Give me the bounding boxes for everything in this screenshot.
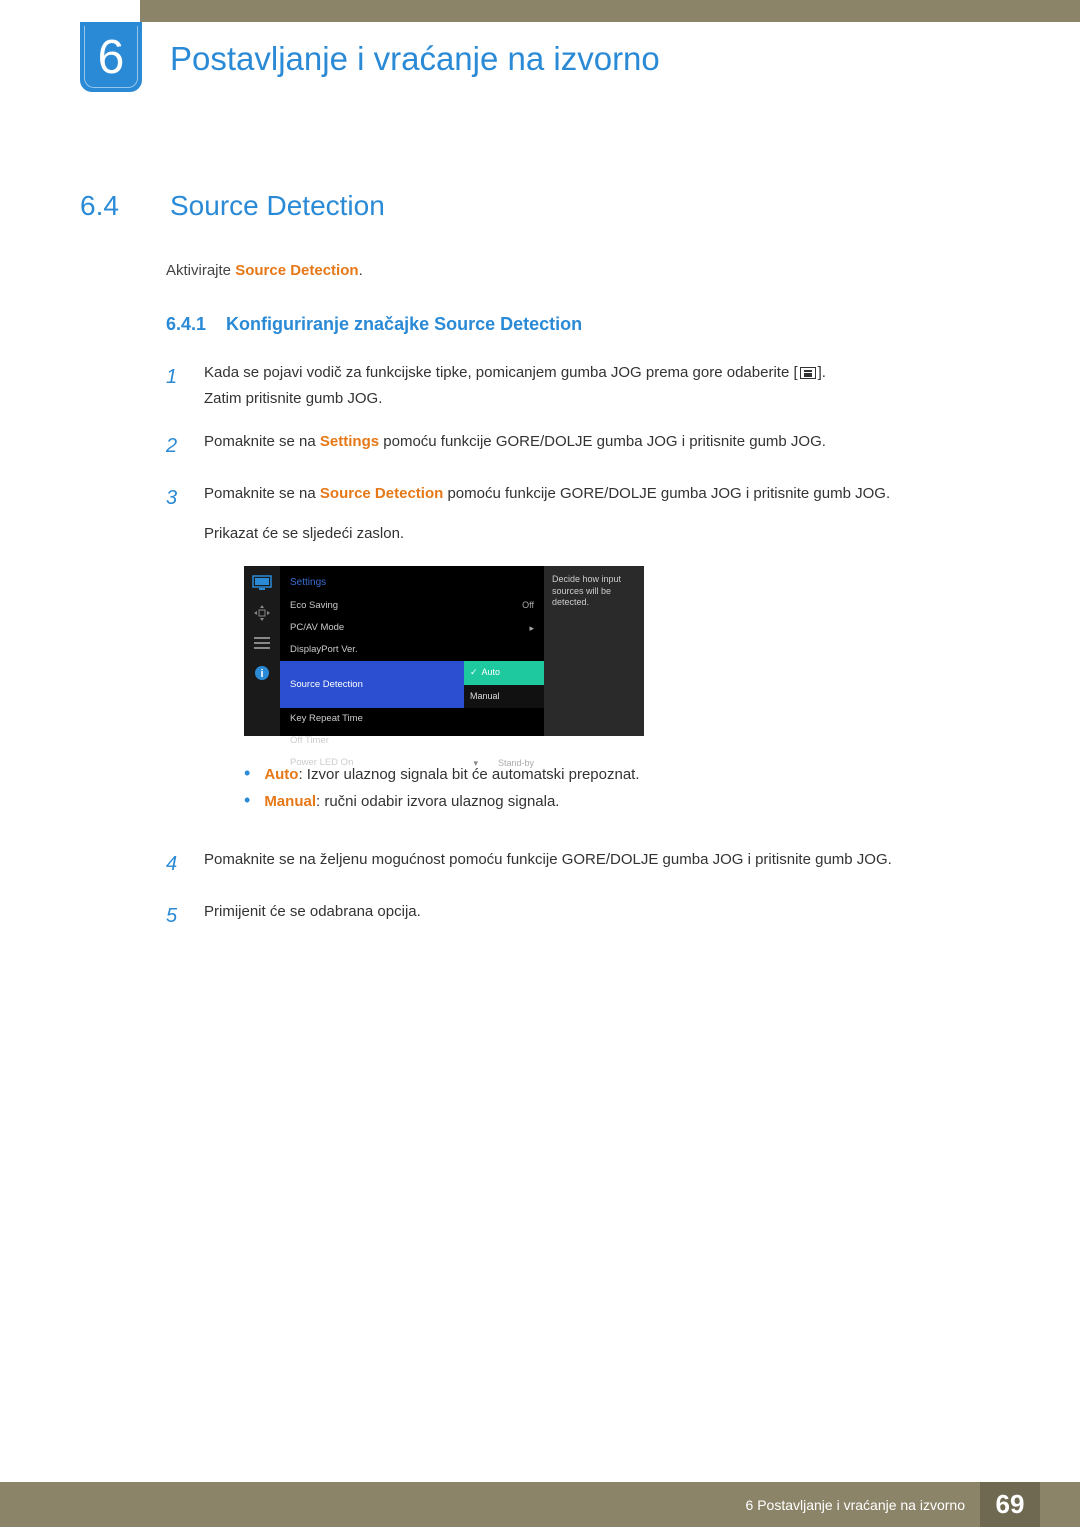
- page-footer: 6 Postavljanje i vraćanje na izvorno 69: [0, 1482, 1080, 1527]
- step-number: 3: [166, 481, 184, 829]
- osd-row-krt: Key Repeat Time: [280, 708, 544, 730]
- step-body: Pomaknite se na Source Detection pomoću …: [204, 481, 1000, 829]
- step1-line2: Zatim pritisnite gumb JOG.: [204, 386, 1000, 412]
- step1-text-b: ].: [818, 364, 826, 381]
- osd-label: Eco Saving: [290, 598, 522, 614]
- intro-text: Aktivirajte Source Detection.: [166, 262, 1000, 279]
- bullet-dot: •: [244, 788, 250, 815]
- footer-text: 6 Postavljanje i vraćanje na izvorno: [746, 1497, 980, 1513]
- osd-submenu-manual: Manual: [464, 685, 544, 708]
- bullet-manual: • Manual: ručni odabir izvora ulaznog si…: [244, 788, 1000, 815]
- step-number: 5: [166, 899, 184, 933]
- step1-text-a: Kada se pojavi vodič za funkcijske tipke…: [204, 364, 798, 381]
- list-icon: [251, 634, 273, 652]
- bullet-text: : ručni odabir izvora ulaznog signala.: [316, 793, 559, 810]
- bullet-dot: •: [244, 761, 250, 788]
- step-number: 2: [166, 429, 184, 463]
- subsection-number: 6.4.1: [166, 314, 206, 335]
- move-icon: [251, 604, 273, 622]
- intro-highlight: Source Detection: [235, 262, 358, 279]
- osd-row-eco: Eco Saving Off: [280, 595, 544, 617]
- intro-suffix: .: [359, 262, 363, 279]
- osd-label: Source Detection: [290, 677, 454, 693]
- osd-submenu-label: Manual: [470, 691, 500, 701]
- osd-label: Key Repeat Time: [290, 711, 534, 727]
- check-icon: ✓: [470, 665, 478, 680]
- steps-list: 1 Kada se pojavi vodič za funkcijske tip…: [166, 360, 1000, 933]
- chapter-number: 6: [98, 30, 125, 85]
- step-3: 3 Pomaknite se na Source Detection pomoć…: [166, 481, 1000, 829]
- step2-hl: Settings: [320, 433, 379, 450]
- step3-b: pomoću funkcije GORE/DOLJE gumba JOG i p…: [443, 485, 890, 502]
- section-number: 6.4: [80, 190, 140, 222]
- step-5: 5 Primijenit će se odabrana opcija.: [166, 899, 1000, 933]
- osd-label: Off Timer: [290, 733, 534, 749]
- osd-row-pcav: PC/AV Mode ▸: [280, 617, 544, 639]
- osd-screenshot: i Settings Eco Saving Off: [244, 566, 644, 736]
- osd-submenu-label: Auto: [482, 665, 501, 680]
- step3-a: Pomaknite se na: [204, 485, 320, 502]
- osd-row-off-timer: Off Timer: [280, 730, 544, 752]
- step-number: 1: [166, 360, 184, 411]
- step3-line2: Prikazat će se sljedeći zaslon.: [204, 521, 1000, 547]
- bullet-hl: Manual: [264, 793, 316, 810]
- step-body: Pomaknite se na željenu mogućnost pomoću…: [204, 847, 1000, 881]
- monitor-icon: [251, 574, 273, 592]
- osd-label: PC/AV Mode: [290, 620, 529, 636]
- header-bar: [0, 0, 1080, 22]
- osd-title: Settings: [280, 572, 544, 595]
- chapter-badge: 6: [80, 22, 142, 92]
- step2-b: pomoću funkcije GORE/DOLJE gumba JOG i p…: [379, 433, 826, 450]
- osd-sidebar: i: [244, 566, 280, 736]
- info-icon: i: [251, 664, 273, 682]
- bullet-text: : Izvor ulaznog signala bit će automatsk…: [298, 766, 639, 783]
- osd-row-source-detection: Source Detection: [280, 661, 464, 708]
- subsection-heading: 6.4.1 Konfiguriranje značajke Source Det…: [166, 314, 1000, 335]
- chapter-title: Postavljanje i vraćanje na izvorno: [170, 40, 660, 78]
- bullet-auto: • Auto: Izvor ulaznog signala bit će aut…: [244, 761, 1000, 788]
- osd-submenu-auto: ✓ Auto: [464, 661, 544, 684]
- osd-value: ▸: [529, 621, 534, 636]
- subsection-title: Konfiguriranje značajke Source Detection: [226, 314, 582, 335]
- header-bar-cutout: [0, 0, 140, 22]
- bullet-hl: Auto: [264, 766, 298, 783]
- osd-value: Off: [522, 598, 534, 613]
- svg-text:i: i: [260, 668, 263, 680]
- step-4: 4 Pomaknite se na željenu mogućnost pomo…: [166, 847, 1000, 881]
- section-title: Source Detection: [170, 190, 385, 222]
- step-body: Primijenit će se odabrana opcija.: [204, 899, 1000, 933]
- step-1: 1 Kada se pojavi vodič za funkcijske tip…: [166, 360, 1000, 411]
- osd-main: Settings Eco Saving Off PC/AV Mode ▸: [280, 566, 544, 736]
- osd-help-text: Decide how input sources will be detecte…: [544, 566, 644, 736]
- step-number: 4: [166, 847, 184, 881]
- step-body: Kada se pojavi vodič za funkcijske tipke…: [204, 360, 1000, 411]
- osd-submenu: ✓ Auto Manual: [464, 661, 544, 708]
- step-body: Pomaknite se na Settings pomoću funkcije…: [204, 429, 1000, 463]
- intro-prefix: Aktivirajte: [166, 262, 235, 279]
- step3-hl: Source Detection: [320, 485, 443, 502]
- osd-label: DisplayPort Ver.: [290, 642, 534, 658]
- menu-icon: [800, 367, 816, 379]
- bullet-list: • Auto: Izvor ulaznog signala bit će aut…: [244, 761, 1000, 815]
- osd-row-dp: DisplayPort Ver.: [280, 639, 544, 661]
- footer-page-number: 69: [980, 1482, 1040, 1527]
- content-area: 6.4 Source Detection Aktivirajte Source …: [80, 190, 1000, 951]
- step2-a: Pomaknite se na: [204, 433, 320, 450]
- step-2: 2 Pomaknite se na Settings pomoću funkci…: [166, 429, 1000, 463]
- section-heading: 6.4 Source Detection: [80, 190, 1000, 222]
